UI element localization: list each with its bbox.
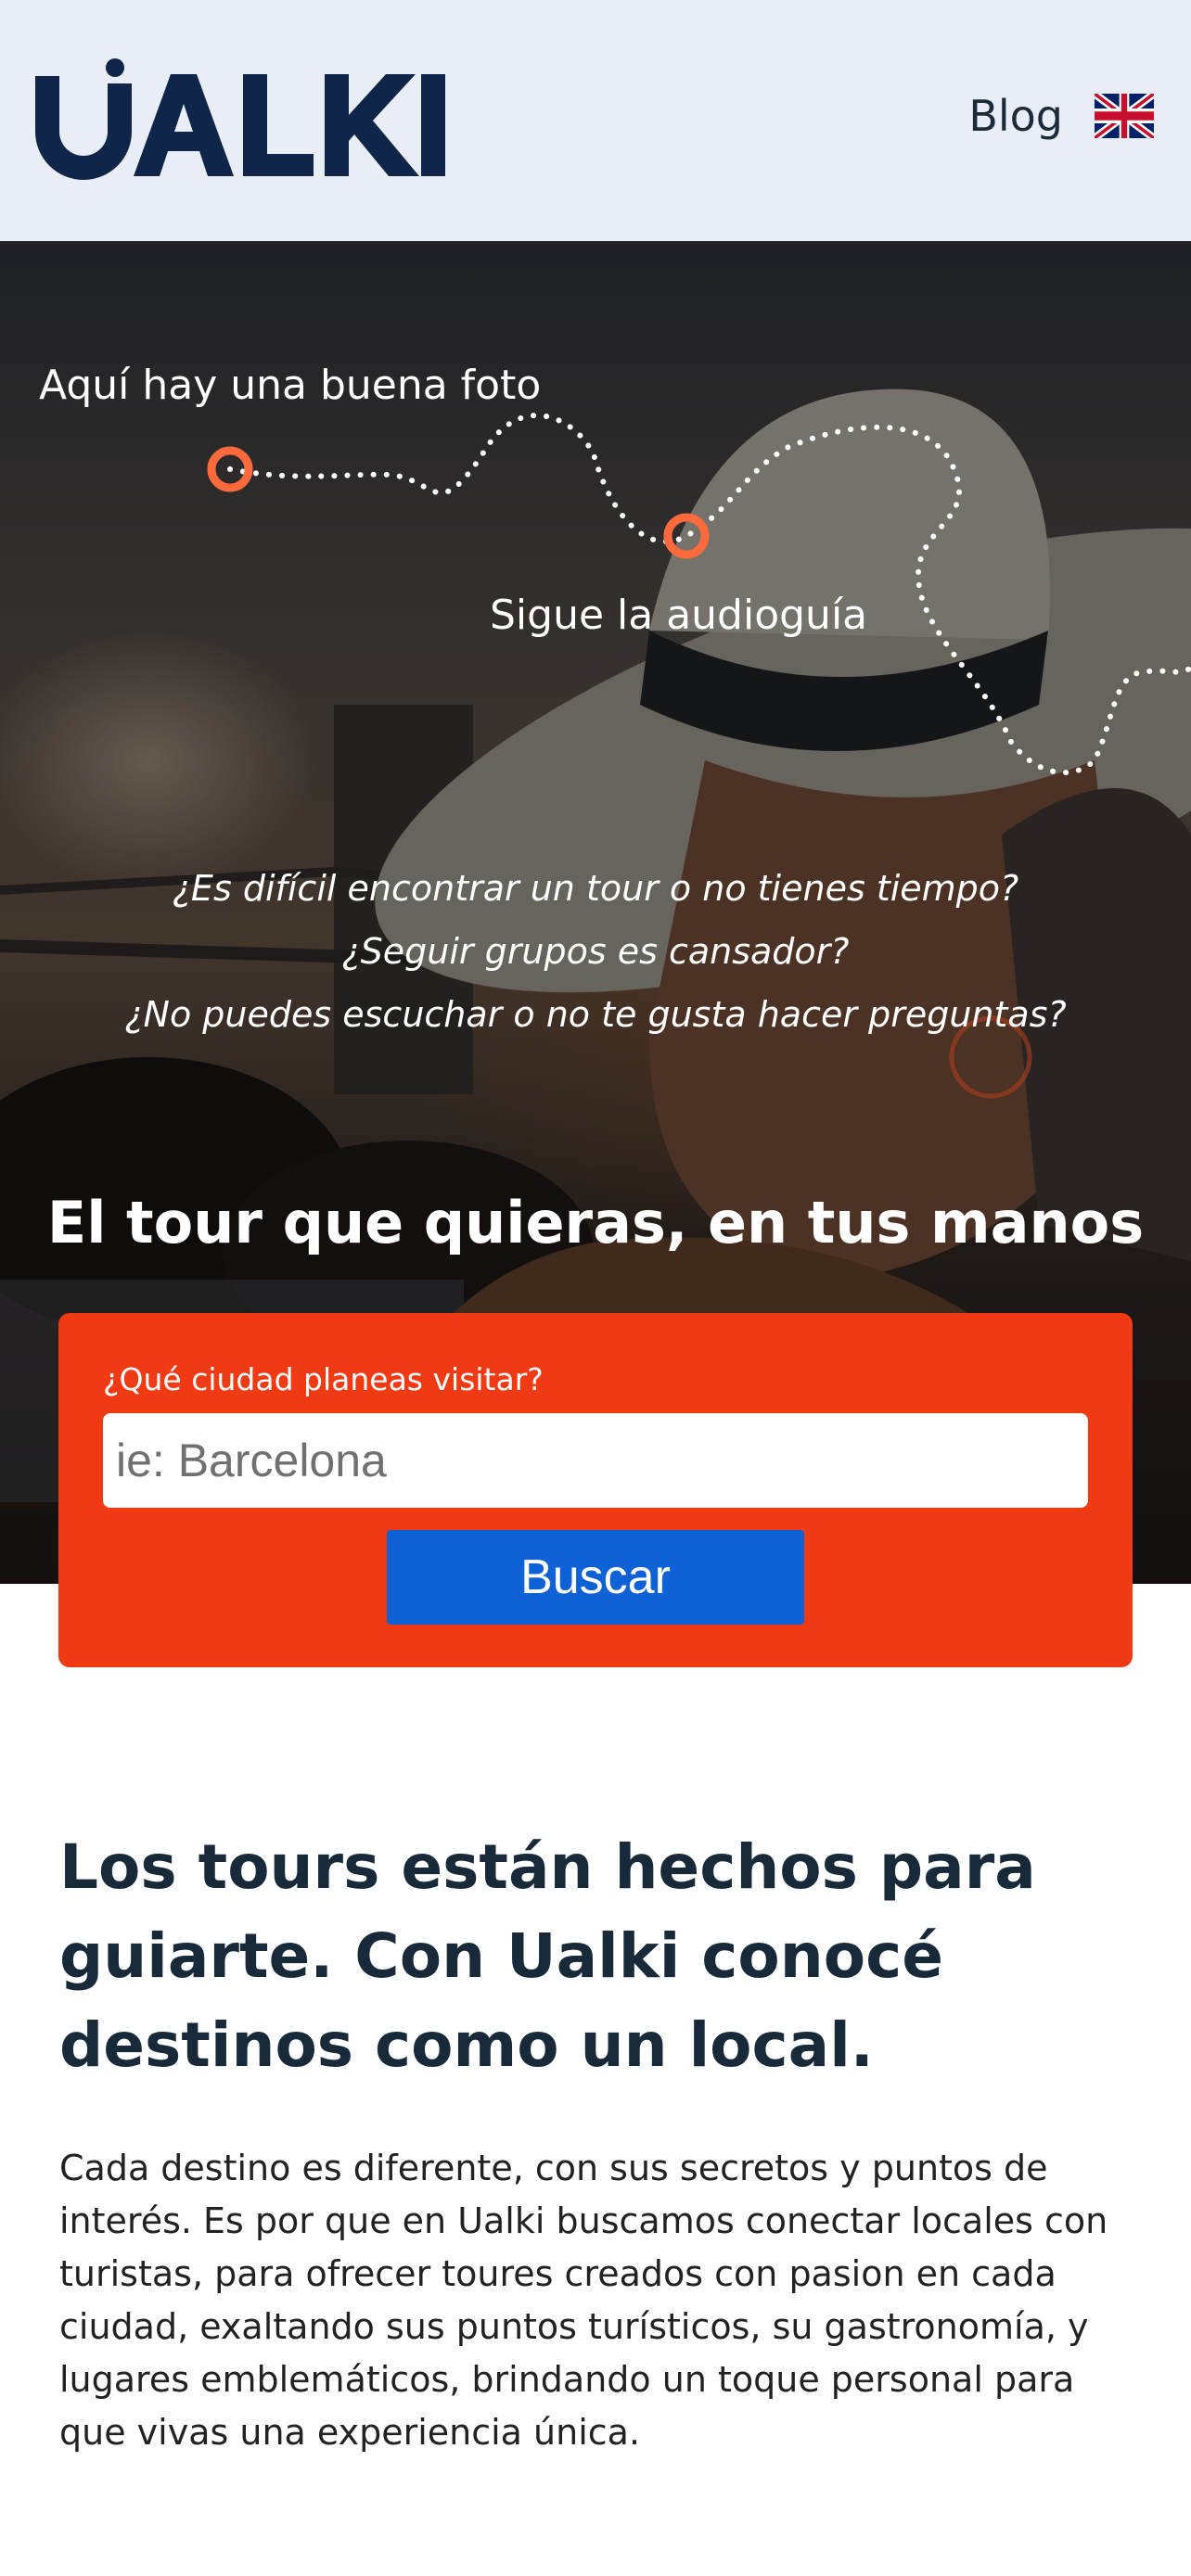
ualki-logo-mark — [35, 58, 445, 180]
question-3: ¿No puedes escuchar o no te gusta hacer … — [124, 994, 1067, 1035]
city-search-label: ¿Qué ciudad planeas visitar? — [103, 1361, 544, 1397]
intro-title: Los tours están hechos para guiarte. Con… — [59, 1831, 1036, 2081]
intro-text: Cada destino es diferente, con sus secre… — [59, 2148, 1108, 2453]
header-nav: Blog — [968, 91, 1154, 141]
city-search-input[interactable] — [103, 1413, 1088, 1508]
search-button[interactable]: Buscar — [387, 1530, 804, 1625]
ualki-logo[interactable] — [32, 57, 449, 186]
question-1: ¿Es difícil encontrar un tour o no tiene… — [172, 868, 1019, 909]
blog-link[interactable]: Blog — [968, 91, 1063, 141]
question-2: ¿Seguir grupos es cansador? — [341, 931, 850, 972]
tip-audioguide: Sigue la audioguía — [490, 592, 868, 639]
city-search-card: ¿Qué ciudad planeas visitar? Buscar — [58, 1313, 1133, 1667]
site-header: Blog — [0, 0, 1191, 241]
uk-flag-icon[interactable] — [1095, 94, 1154, 138]
tip-photo: Aquí hay una buena foto — [39, 362, 542, 409]
hero-headline: El tour que quieras, en tus manos — [46, 1188, 1145, 1256]
